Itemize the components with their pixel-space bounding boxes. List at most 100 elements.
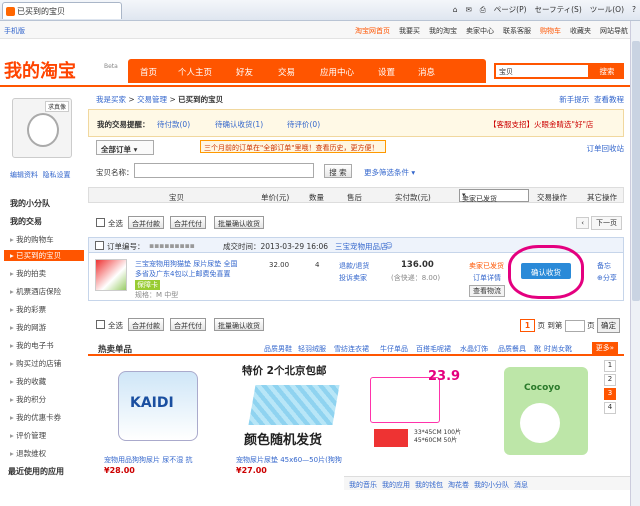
bottom-apps[interactable]: 我的应用 <box>382 481 410 489</box>
reminder-to-review[interactable]: 待评价(0) <box>287 119 320 130</box>
page-input[interactable] <box>564 320 585 332</box>
more-hot-button[interactable]: 更多» <box>591 342 618 354</box>
sidebar-item-bought[interactable]: 已买到的宝贝 <box>4 250 84 261</box>
tools-menu[interactable]: ツール(O) <box>590 5 624 14</box>
batch-confirm-button-bottom[interactable]: 批量确认收货 <box>214 318 264 331</box>
sidebar-item-favorites[interactable]: 我的收藏 <box>10 376 46 387</box>
product-image-3[interactable]: 23.9 33*45CM 100片 45*60CM 50片 <box>364 363 472 447</box>
sidebar-item-games[interactable]: 我的网游 <box>10 322 46 333</box>
hot-cat-7[interactable]: 靴 <box>534 344 541 354</box>
crumb-trade[interactable]: 交易管理 <box>137 95 167 104</box>
sidebar-item-cart[interactable]: 我的购物车 <box>10 234 54 245</box>
refund-link[interactable]: 退款/退货 <box>339 261 369 271</box>
logo[interactable]: 我的淘宝 <box>4 57 76 83</box>
product-name-1[interactable]: 宠物用品狗狗尿片 尿不湿 抗 <box>104 455 218 465</box>
tutorial-link[interactable]: 查看教程 <box>594 95 624 104</box>
item-title-line2[interactable]: 多省及广东4包以上邮费免喜置 <box>135 269 230 279</box>
beginner-tips-link[interactable]: 新手提示 <box>559 95 589 104</box>
current-page[interactable]: 1 <box>519 319 536 332</box>
more-filters-link[interactable]: 更多筛选条件 ▾ <box>364 167 415 178</box>
share-link[interactable]: ⊕分享 <box>597 273 617 283</box>
sidebar-item-refunds[interactable]: 退款维权 <box>10 448 46 459</box>
hot-cat-4[interactable]: 百搭毛呢裙 <box>416 344 451 354</box>
edit-profile-link[interactable]: 编辑资料 <box>10 171 38 179</box>
status-select[interactable]: 卖家已发货 ▾ <box>459 189 529 203</box>
bottom-messages[interactable]: 消息 <box>514 481 528 489</box>
print-tool[interactable]: ⎙ <box>480 5 486 14</box>
hot-cat-0[interactable]: 品质男鞋 <box>264 344 292 354</box>
product-card-4[interactable]: Cocoyo <box>492 359 610 479</box>
order-checkbox[interactable] <box>95 241 104 250</box>
bottom-huajuan[interactable]: 淘花卷 <box>448 481 469 489</box>
mail-tool[interactable]: ✉ <box>466 5 472 14</box>
browser-tab[interactable]: 已买到的宝贝 <box>2 2 122 19</box>
topbar-link-favorites[interactable]: 收藏夹 <box>570 27 591 35</box>
scrollbar-thumb[interactable] <box>632 41 640 301</box>
topbar-link-service[interactable]: 联系客服 <box>503 27 531 35</box>
carousel-page-1[interactable]: 1 <box>604 360 616 372</box>
order-detail-link[interactable]: 订单详情 <box>473 273 501 283</box>
merge-pay-button-bottom[interactable]: 合并付款 <box>128 318 164 331</box>
header-search-button[interactable]: 搜索 <box>590 63 624 79</box>
mobile-link[interactable]: 手机版 <box>4 26 25 36</box>
product-name-2[interactable]: 宠物尿片尿垫 45x60—50片(狗狗 <box>236 455 350 465</box>
history-notice[interactable]: 三个月前的订单在"全部订单"里哦！查看历史，更方便！ <box>200 140 386 153</box>
reminder-tip[interactable]: 【客服支招】火眼金睛选"好"店 <box>489 119 593 130</box>
order-type-dropdown[interactable]: 全部订单 ▾ <box>96 140 154 155</box>
hot-cat-6[interactable]: 品质餐具 <box>498 344 526 354</box>
reminder-unpaid[interactable]: 待付款(0) <box>157 119 190 130</box>
sidebar-item-points[interactable]: 我的积分 <box>10 394 46 405</box>
item-title-line1[interactable]: 三宝宠物用狗猫垫 尿片尿垫 全国 <box>135 259 237 269</box>
header-search-input[interactable]: 宝贝 <box>494 63 590 79</box>
sidebar-item-shops[interactable]: 购买过的店铺 <box>10 358 61 369</box>
crumb-buyer[interactable]: 我是买家 <box>96 95 126 104</box>
sidebar-item-reviews[interactable]: 评价管理 <box>10 430 46 441</box>
page-scrollbar[interactable] <box>630 21 640 506</box>
product-image-4[interactable]: Cocoyo <box>496 363 604 455</box>
filter-search-button[interactable]: 搜 索 <box>324 164 352 178</box>
product-image-2[interactable]: 特价 2个北京包邮 颜色随机发货 <box>236 363 344 448</box>
home-tool[interactable]: ⌂ <box>453 5 458 14</box>
merge-proxy-pay-button[interactable]: 合并代付 <box>170 216 206 229</box>
hot-cat-2[interactable]: 雪纺连衣裙 <box>334 344 369 354</box>
topbar-link-sitenav[interactable]: 网站导航 <box>600 27 628 35</box>
reminder-to-confirm[interactable]: 待确认收货(1) <box>215 119 263 130</box>
topbar-link-home[interactable]: 淘宝网首页 <box>355 27 390 35</box>
nav-messages[interactable]: 消息 <box>418 66 435 78</box>
sidebar-item-ebooks[interactable]: 我的电子书 <box>10 340 54 351</box>
sidebar-item-coupons[interactable]: 我的优惠卡券 <box>10 412 61 423</box>
sidebar-item-travel[interactable]: 机票酒店保险 <box>10 286 61 297</box>
topbar-link-seller[interactable]: 卖家中心 <box>466 27 494 35</box>
sidebar-item-lottery[interactable]: 我的彩票 <box>10 304 46 315</box>
nav-friends[interactable]: 好友 <box>236 66 253 78</box>
carousel-page-3[interactable]: 3 <box>604 388 616 400</box>
hot-cat-3[interactable]: 牛仔单品 <box>380 344 408 354</box>
shop-name-link[interactable]: 三宝宠物用品店 <box>335 241 388 252</box>
nav-home[interactable]: 首页 <box>140 66 157 78</box>
batch-confirm-button[interactable]: 批量确认收货 <box>214 216 264 229</box>
bottom-music[interactable]: 我的音乐 <box>349 481 377 489</box>
sidebar-item-auction[interactable]: 我的拍卖 <box>10 268 46 279</box>
merge-pay-button[interactable]: 合并付款 <box>128 216 164 229</box>
privacy-link[interactable]: 隐私设置 <box>42 171 70 179</box>
logistics-button[interactable]: 查看物流 <box>469 285 505 297</box>
nav-settings[interactable]: 设置 <box>378 66 395 78</box>
select-all-checkbox-bottom[interactable] <box>96 320 105 329</box>
topbar-link-buy[interactable]: 我要买 <box>399 27 420 35</box>
item-name-input[interactable] <box>134 163 314 178</box>
carousel-page-2[interactable]: 2 <box>604 374 616 386</box>
bottom-wallet[interactable]: 我的钱包 <box>415 481 443 489</box>
help-icon[interactable]: ? <box>632 5 636 14</box>
avatar-tag[interactable]: 求真像 <box>45 101 70 112</box>
prev-page-button[interactable]: ‹ <box>576 217 589 229</box>
hot-cat-5[interactable]: 水晶灯饰 <box>460 344 488 354</box>
page-menu[interactable]: ページ(P) <box>494 5 527 14</box>
product-card-3[interactable]: 23.9 33*45CM 100片 45*60CM 50片 <box>360 359 478 479</box>
topbar-link-cart[interactable]: 购物车 <box>540 27 561 35</box>
merge-proxy-pay-button-bottom[interactable]: 合并代付 <box>170 318 206 331</box>
next-page-button[interactable]: 下一页 <box>591 216 622 230</box>
complain-link[interactable]: 投诉卖家 <box>339 273 367 283</box>
hot-cat-8[interactable]: 时尚女靴 <box>544 344 572 354</box>
bottom-team[interactable]: 我的小分队 <box>474 481 509 489</box>
team-title[interactable]: 我的小分队 <box>10 198 50 209</box>
